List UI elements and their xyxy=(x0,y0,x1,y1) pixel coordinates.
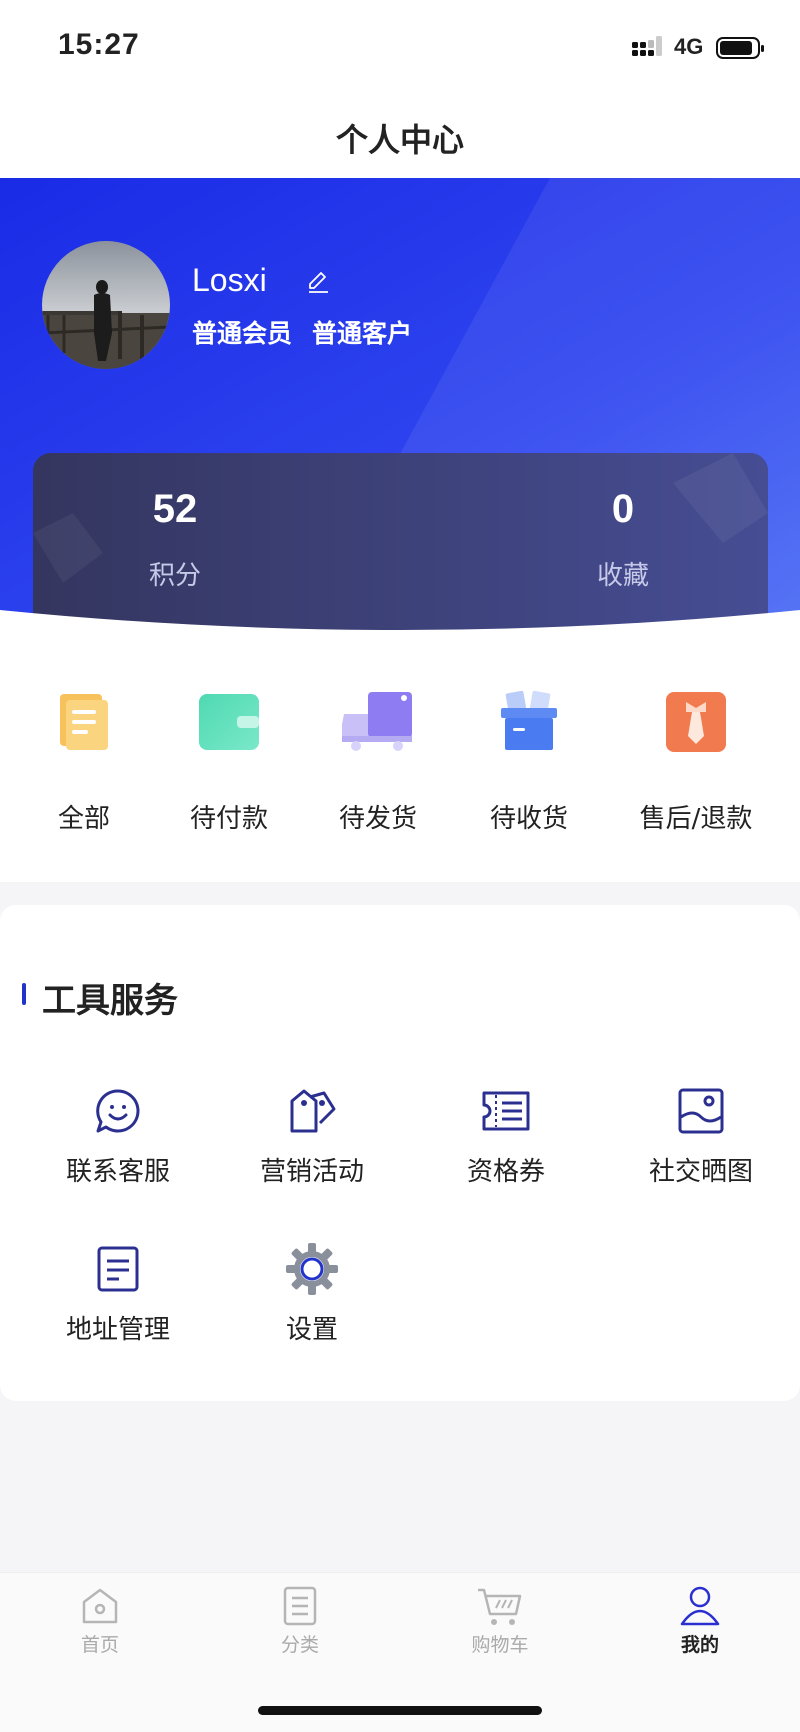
truck-icon xyxy=(342,692,412,751)
order-all-label: 全部 xyxy=(57,804,110,834)
page-title: 个人中心 xyxy=(335,121,464,159)
avatar[interactable] xyxy=(42,241,170,369)
home-icon xyxy=(82,1588,118,1624)
order-after-sales[interactable]: 售后/退款 xyxy=(616,690,776,835)
box-icon xyxy=(501,690,557,750)
tool-customer-service-label: 联系客服 xyxy=(65,1157,170,1187)
tools-title: 工具服务 xyxy=(42,981,178,1021)
tool-customer-service[interactable]: 联系客服 xyxy=(21,1087,215,1188)
edit-icon[interactable] xyxy=(306,270,330,294)
order-after-sales-label: 售后/退款 xyxy=(639,804,753,834)
order-pending-payment-label: 待付款 xyxy=(189,804,268,834)
tool-voucher[interactable]: 资格券 xyxy=(409,1087,603,1188)
tab-cart-label: 购物车 xyxy=(471,1634,529,1656)
network-label: 4G xyxy=(674,34,704,59)
cart-icon xyxy=(478,1588,522,1625)
section-marker xyxy=(22,983,26,1005)
ticket-icon xyxy=(482,1091,530,1131)
image-icon xyxy=(678,1088,724,1134)
signal-icon xyxy=(632,36,662,56)
member-badges: 普通会员 普通客户 xyxy=(192,314,432,350)
tab-home-label: 首页 xyxy=(80,1634,119,1656)
status-time: 15:27 xyxy=(58,28,140,61)
tab-mine-label: 我的 xyxy=(680,1634,719,1656)
tool-marketing[interactable]: 营销活动 xyxy=(215,1087,409,1188)
tool-settings-label: 设置 xyxy=(285,1315,338,1345)
tool-address[interactable]: 地址管理 xyxy=(21,1245,215,1346)
gear-icon xyxy=(286,1243,338,1295)
tool-social-share-label: 社交晒图 xyxy=(648,1157,753,1187)
order-pending-shipment-label: 待发货 xyxy=(338,804,417,834)
tool-settings[interactable]: 设置 xyxy=(215,1243,409,1346)
tie-icon xyxy=(666,692,726,752)
tool-social-share[interactable]: 社交晒图 xyxy=(604,1087,798,1188)
user-icon xyxy=(680,1586,720,1626)
tags-icon xyxy=(290,1089,336,1133)
points-value[interactable]: 52 xyxy=(75,487,275,532)
document-icon xyxy=(97,1246,139,1292)
order-all[interactable]: 全部 xyxy=(4,690,164,835)
customer-type-badge: 普通客户 xyxy=(312,319,413,348)
username: Losxi xyxy=(192,262,267,298)
tool-marketing-label: 营销活动 xyxy=(259,1157,364,1187)
favorites-value[interactable]: 0 xyxy=(523,487,723,532)
order-pending-receipt[interactable]: 待收货 xyxy=(449,690,609,835)
order-pending-payment[interactable]: 待付款 xyxy=(149,690,309,835)
list-icon xyxy=(283,1586,317,1626)
order-pending-receipt-label: 待收货 xyxy=(489,804,568,834)
tab-cart[interactable]: 购物车 xyxy=(400,1584,600,1657)
tool-address-label: 地址管理 xyxy=(65,1315,170,1345)
order-pending-shipment[interactable]: 待发货 xyxy=(298,690,458,835)
chat-smile-icon xyxy=(96,1089,140,1133)
wallet-icon xyxy=(199,694,259,750)
tab-category[interactable]: 分类 xyxy=(200,1584,400,1657)
favorites-label: 收藏 xyxy=(596,561,649,591)
tab-mine[interactable]: 我的 xyxy=(600,1584,800,1657)
member-level-badge: 普通会员 xyxy=(192,319,293,348)
home-indicator xyxy=(258,1706,542,1715)
tab-category-label: 分类 xyxy=(280,1634,319,1656)
points-label: 积分 xyxy=(148,561,201,591)
tab-home[interactable]: 首页 xyxy=(0,1584,200,1657)
scroll-icon xyxy=(60,694,108,750)
battery-icon xyxy=(716,37,764,59)
tool-voucher-label: 资格券 xyxy=(466,1157,545,1187)
